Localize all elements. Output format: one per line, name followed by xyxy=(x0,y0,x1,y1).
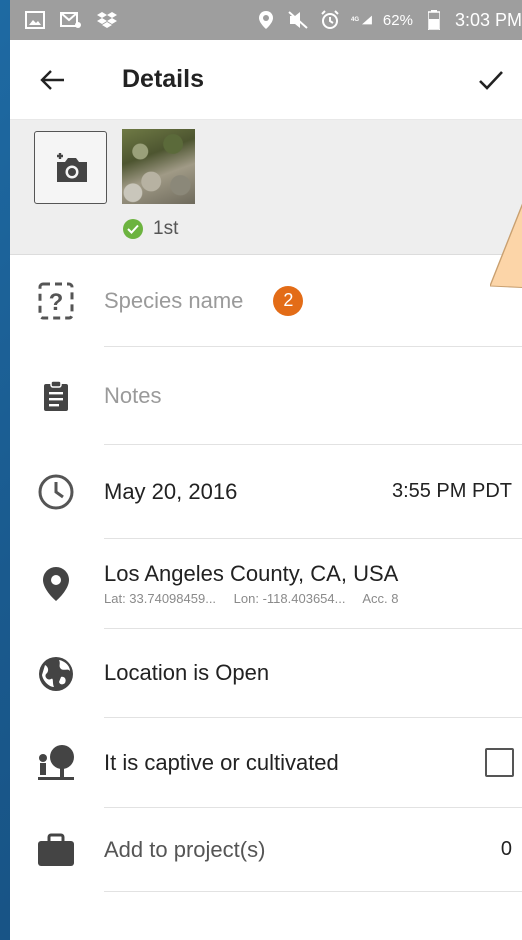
callout-number-badge: 2 xyxy=(273,285,304,316)
add-to-projects-label: Add to project(s) xyxy=(104,836,266,862)
datetime-row[interactable]: May 20, 2016 3:55 PM PDT xyxy=(10,445,522,539)
map-marker-icon xyxy=(36,564,76,604)
save-button[interactable] xyxy=(474,63,508,97)
captive-checkbox[interactable] xyxy=(485,748,514,777)
projects-count: 0 xyxy=(500,838,512,860)
page-title: Details xyxy=(122,65,204,93)
species-row[interactable]: ? Species name 2 xyxy=(10,255,522,347)
location-row[interactable]: Los Angeles County, CA, USA Lat: 33.7409… xyxy=(10,539,522,629)
captive-label: It is captive or cultivated xyxy=(104,749,339,775)
location-pin-icon xyxy=(255,10,277,30)
svg-text:4G: 4G xyxy=(351,17,359,23)
add-camera-icon xyxy=(56,152,87,182)
add-photo-button[interactable] xyxy=(34,131,107,204)
unknown-species-icon: ? xyxy=(36,281,76,321)
location-name: Los Angeles County, CA, USA xyxy=(104,561,399,586)
battery-percent: 62% xyxy=(382,11,413,29)
observation-photo-thumbnail[interactable] xyxy=(122,129,195,204)
gallery-notification-icon xyxy=(24,10,46,30)
app-frame: 4G 62% 3:03 PM Details 1st ? Species nam… xyxy=(10,0,522,940)
location-coordinates: Lat: 33.74098459... Lon: -118.403654... … xyxy=(104,591,413,606)
back-button[interactable] xyxy=(36,63,70,97)
photo-strip: 1st xyxy=(10,120,522,255)
latitude-text: Lat: 33.74098459... xyxy=(104,591,217,606)
first-photo-label: 1st xyxy=(123,218,178,240)
status-bar: 4G 62% 3:03 PM xyxy=(10,0,522,40)
notes-row[interactable]: Notes xyxy=(10,347,522,445)
mute-icon xyxy=(287,10,309,30)
alarm-icon xyxy=(319,10,341,30)
email-notification-icon xyxy=(60,10,82,30)
lte-signal-icon: 4G xyxy=(351,10,373,30)
projects-row[interactable]: Add to project(s) 0 xyxy=(10,808,522,892)
arrow-left-icon xyxy=(40,69,64,90)
globe-icon xyxy=(36,654,76,694)
check-circle-icon xyxy=(123,219,143,239)
longitude-text: Lon: -118.403654... xyxy=(233,591,346,606)
observation-date[interactable]: May 20, 2016 xyxy=(104,479,237,505)
checkmark-icon xyxy=(479,70,503,90)
clock-icon xyxy=(36,472,76,512)
captive-row[interactable]: It is captive or cultivated xyxy=(10,718,522,808)
notes-input[interactable]: Notes xyxy=(104,383,161,409)
clipboard-icon xyxy=(36,376,76,416)
svg-text:?: ? xyxy=(49,289,64,316)
dropbox-icon xyxy=(96,10,118,30)
geoprivacy-label: Location is Open xyxy=(104,660,270,685)
battery-icon xyxy=(423,10,445,30)
status-time: 3:03 PM xyxy=(454,9,522,30)
accuracy-text: Acc. 8 xyxy=(362,591,399,606)
observation-time[interactable]: 3:55 PM PDT xyxy=(392,480,522,503)
captive-plant-icon xyxy=(36,743,76,783)
first-photo-text: 1st xyxy=(153,218,179,239)
species-name-input[interactable]: Species name xyxy=(104,288,243,314)
toolbar: Details xyxy=(10,40,522,120)
geoprivacy-row[interactable]: Location is Open xyxy=(10,629,522,718)
briefcase-icon xyxy=(36,830,76,870)
